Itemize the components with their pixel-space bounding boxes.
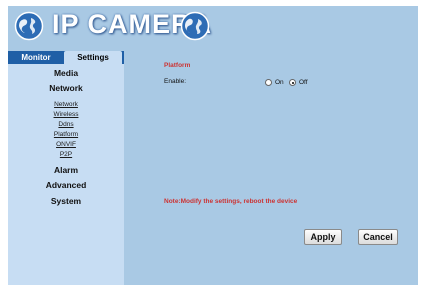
submenu-network[interactable]: Network: [8, 101, 124, 108]
radio-off-label: Off: [299, 79, 308, 86]
sidebar: Monitor Settings Media Network Network W…: [8, 51, 124, 285]
tab-monitor[interactable]: Monitor: [10, 51, 62, 64]
tab-settings[interactable]: Settings: [64, 51, 122, 64]
globe-icon: [180, 11, 210, 41]
radio-on-label: On: [275, 79, 284, 86]
radio-on[interactable]: [265, 79, 272, 86]
globe-icon: [14, 11, 44, 41]
menu-system[interactable]: System: [8, 196, 124, 206]
menu-advanced[interactable]: Advanced: [8, 180, 124, 190]
submenu-platform[interactable]: Platform: [8, 131, 124, 138]
submenu-onvif[interactable]: ONVIF: [8, 141, 124, 148]
submenu-p2p[interactable]: P2P: [8, 151, 124, 158]
enable-label: Enable:: [164, 78, 187, 85]
apply-button[interactable]: Apply: [304, 229, 342, 245]
header: IP CAMERA: [8, 6, 418, 46]
settings-panel: Platform Enable: On Off Note:Modify the …: [128, 51, 418, 285]
app-frame: IP CAMERA Monitor Settings Media Network…: [8, 6, 418, 285]
menu-network[interactable]: Network: [8, 83, 124, 93]
cancel-button[interactable]: Cancel: [358, 229, 398, 245]
menu-alarm[interactable]: Alarm: [8, 165, 124, 175]
submenu-wireless[interactable]: Wireless: [8, 111, 124, 118]
reboot-note: Note:Modify the settings, reboot the dev…: [164, 198, 298, 205]
menu-media[interactable]: Media: [8, 68, 124, 78]
submenu-ddns[interactable]: Ddns: [8, 121, 124, 128]
tab-bar: Monitor Settings: [8, 51, 124, 64]
radio-off[interactable]: [289, 79, 296, 86]
section-title: Platform: [164, 62, 191, 69]
